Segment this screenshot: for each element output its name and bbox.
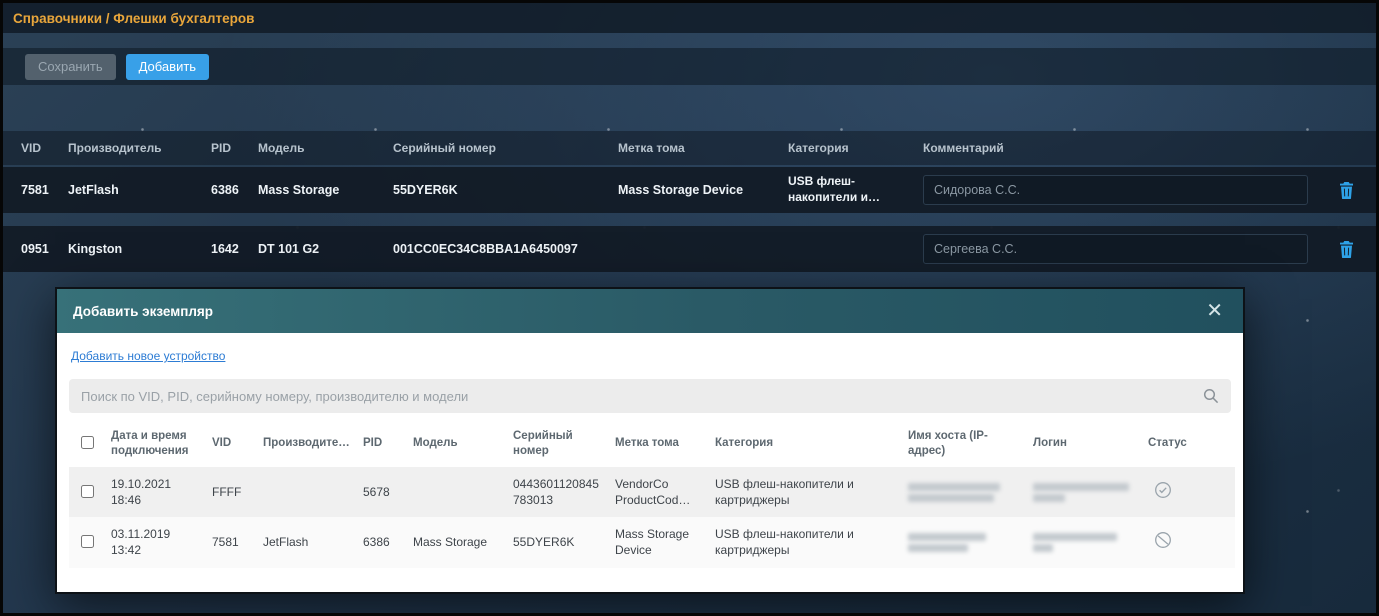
search-icon <box>1203 388 1219 404</box>
redacted-text <box>1033 493 1065 502</box>
col-category: Категория <box>715 437 774 450</box>
cell-vid: FFFF <box>212 484 242 499</box>
col-pid: PID <box>211 141 232 155</box>
redacted-text <box>1033 543 1053 552</box>
cell-vid: 7581 <box>21 182 49 197</box>
close-icon[interactable]: ✕ <box>1202 299 1227 323</box>
cell-vid: 0951 <box>21 241 49 256</box>
cell-datetime: 19.10.2021 18:46 <box>111 476 172 508</box>
dialog-title: Добавить экземпляр <box>73 303 214 319</box>
device-row: 19.10.2021 18:46 FFFF 5678 0443601120845… <box>69 466 1235 518</box>
col-serial: Серийный номер <box>513 430 573 457</box>
col-vid: VID <box>212 437 232 450</box>
redacted-text <box>1033 532 1117 541</box>
cell-manufacturer <box>255 467 355 517</box>
search-input[interactable] <box>69 379 1231 413</box>
row-checkbox[interactable] <box>81 484 94 498</box>
col-model: Модель <box>258 141 305 155</box>
cell-model: Mass Storage <box>413 535 488 550</box>
app-window: Справочники / Флешки бухгалтеров Сохрани… <box>0 0 1379 616</box>
search-box <box>69 379 1231 413</box>
cell-comment <box>915 175 1326 205</box>
cell-pid: 6386 <box>363 535 390 550</box>
cell-model <box>405 467 505 517</box>
cell-volume-label: Mass Storage Device <box>618 182 744 197</box>
row-checkbox[interactable] <box>81 535 94 549</box>
cell-datetime: 03.11.2019 13:42 <box>111 527 171 558</box>
col-pid: PID <box>363 437 383 450</box>
cell-category: USB флеш-накопители и картриджеры <box>715 527 854 558</box>
col-volume-label: Метка тома <box>615 437 679 450</box>
redacted-text <box>1033 482 1129 491</box>
cell-serial: 001CC0EC34C8BBA1A6450097 <box>393 241 578 256</box>
cell-status <box>1140 517 1235 567</box>
col-volume-label: Метка тома <box>618 141 685 155</box>
redacted-text <box>908 543 968 552</box>
table-row: 0951 Kingston 1642 DT 101 G2 001CC0EC34C… <box>3 226 1376 272</box>
trash-icon <box>1339 240 1353 258</box>
cell-host-redacted <box>900 517 1025 567</box>
toolbar: Сохранить Добавить <box>3 48 1376 85</box>
cell-vid: 7581 <box>212 535 239 550</box>
breadcrumb: Справочники / Флешки бухгалтеров <box>13 10 255 26</box>
cell-category: USB флеш-накопители и… <box>788 174 880 204</box>
delete-row-button[interactable] <box>1326 239 1366 260</box>
col-datetime: Дата и время подключения <box>111 430 189 457</box>
cell-manufacturer: JetFlash <box>263 535 309 550</box>
cell-model: Mass Storage <box>258 182 340 197</box>
cell-model: DT 101 G2 <box>258 241 320 256</box>
col-manufacturer: Производитель <box>68 141 162 155</box>
dialog-body: Добавить новое устройство Дата и <box>57 333 1243 568</box>
cell-pid: 5678 <box>363 484 390 499</box>
table-row: 7581 JetFlash 6386 Mass Storage 55DYER6K… <box>3 167 1376 213</box>
cell-serial: 0443601120845783013 <box>513 476 599 508</box>
comment-input[interactable] <box>923 175 1308 205</box>
redacted-text <box>908 532 986 541</box>
dialog-header: Добавить экземпляр ✕ <box>57 289 1243 333</box>
cell-volume-label: Mass Storage Device <box>615 527 690 558</box>
col-login: Логин <box>1033 437 1067 450</box>
add-new-device-link[interactable]: Добавить новое устройство <box>71 349 225 363</box>
col-status: Статус <box>1148 437 1187 450</box>
cell-manufacturer: Kingston <box>68 241 123 256</box>
cell-serial: 55DYER6K <box>513 535 575 550</box>
main-table-header: VID Производитель PID Модель Серийный но… <box>3 131 1376 165</box>
cell-category: USB флеш-накопители и картриджеры <box>715 476 854 508</box>
cell-manufacturer: JetFlash <box>68 182 119 197</box>
cell-login-redacted <box>1025 517 1140 567</box>
cell-comment <box>915 234 1326 264</box>
status-allowed-icon <box>1155 482 1171 498</box>
status-blocked-icon <box>1155 532 1171 549</box>
trash-icon <box>1339 181 1353 199</box>
col-serial: Серийный номер <box>393 141 496 155</box>
col-comment: Комментарий <box>923 141 1004 155</box>
cell-pid: 6386 <box>211 182 239 197</box>
delete-row-button[interactable] <box>1326 180 1366 201</box>
cell-volume-label: VendorCo ProductCod… <box>615 476 691 508</box>
col-host: Имя хоста (IP-адрес) <box>908 430 988 457</box>
top-bar: Справочники / Флешки бухгалтеров <box>3 3 1376 33</box>
cell-host-redacted <box>900 467 1025 517</box>
redacted-text <box>908 482 1000 491</box>
cell-serial: 55DYER6K <box>393 182 458 197</box>
col-model: Модель <box>413 437 458 450</box>
cell-pid: 1642 <box>211 241 239 256</box>
add-instance-dialog: Добавить экземпляр ✕ Добавить новое устр… <box>55 287 1245 594</box>
device-history-table: Дата и время подключения VID Производите… <box>69 423 1235 568</box>
device-row: 03.11.2019 13:42 7581 JetFlash 6386 Mass… <box>69 517 1235 568</box>
redacted-text <box>908 493 994 502</box>
add-button[interactable]: Добавить <box>125 53 210 80</box>
col-category: Категория <box>788 141 849 155</box>
device-table-header: Дата и время подключения VID Производите… <box>69 423 1235 467</box>
col-vid: VID <box>21 141 42 155</box>
cell-login-redacted <box>1025 467 1140 517</box>
cell-status <box>1140 467 1235 517</box>
select-all-checkbox[interactable] <box>81 436 94 450</box>
save-button[interactable]: Сохранить <box>25 53 116 80</box>
col-manufacturer: Производите… <box>263 437 350 450</box>
comment-input[interactable] <box>923 234 1308 264</box>
